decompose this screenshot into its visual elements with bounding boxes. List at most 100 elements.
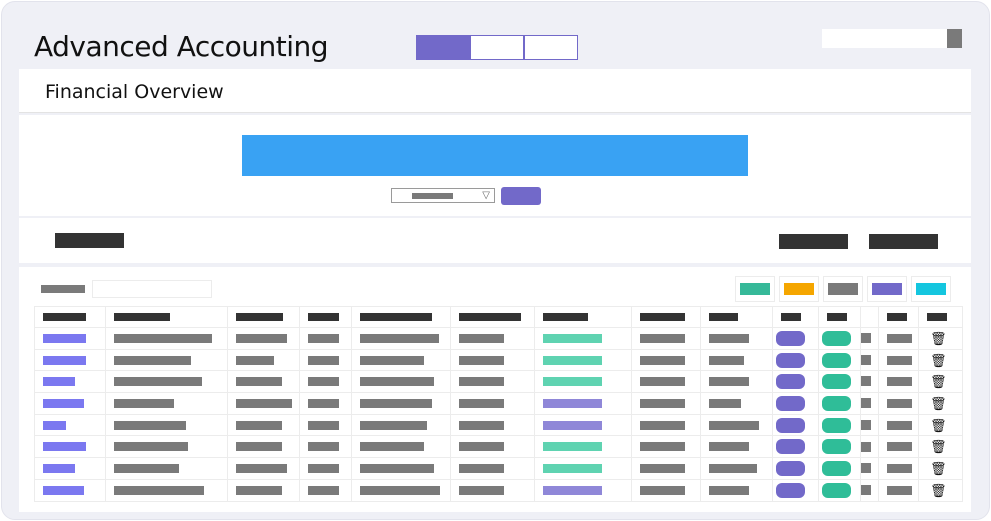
view-button[interactable] (822, 482, 851, 498)
table-cell (227, 327, 300, 350)
legend-item[interactable] (823, 276, 863, 302)
row-checkbox[interactable] (861, 333, 871, 344)
record-link[interactable] (43, 420, 66, 430)
edit-button[interactable] (776, 330, 805, 346)
table-cell (631, 478, 701, 502)
legend-item[interactable] (911, 276, 951, 302)
record-link[interactable] (43, 485, 84, 495)
cell-value (308, 485, 339, 495)
edit-button[interactable] (776, 460, 805, 476)
filter-input[interactable] (92, 280, 212, 298)
edit-button[interactable] (776, 417, 805, 433)
table-row[interactable]: 🗑 (34, 457, 963, 480)
table-cell (860, 370, 879, 394)
cell-value (640, 420, 685, 430)
row-checkbox[interactable] (861, 484, 871, 495)
status-tag (543, 442, 602, 452)
column-header[interactable] (818, 306, 861, 328)
apply-button[interactable] (501, 187, 541, 205)
table-row[interactable]: 🗑 (34, 392, 963, 415)
status-tag (543, 377, 602, 387)
column-header[interactable] (772, 306, 819, 328)
edit-button[interactable] (776, 395, 805, 411)
search-button[interactable] (947, 29, 962, 48)
table-row[interactable]: 🗑 (34, 370, 963, 394)
edit-button[interactable] (776, 374, 805, 390)
table-cell (878, 435, 919, 459)
legend-item[interactable] (867, 276, 907, 302)
column-header[interactable] (918, 306, 963, 328)
edit-button[interactable] (776, 439, 805, 455)
table-cell (878, 392, 919, 415)
column-header[interactable] (299, 306, 352, 328)
trash-icon[interactable]: 🗑 (930, 419, 962, 432)
view-tab-2[interactable] (470, 35, 524, 60)
table-cell (105, 457, 228, 480)
legend-swatch (828, 283, 858, 295)
table-row[interactable]: 🗑 (34, 413, 963, 437)
cell-value (459, 485, 504, 495)
record-link[interactable] (43, 442, 86, 452)
legend-item[interactable] (779, 276, 819, 302)
column-header[interactable] (534, 306, 632, 328)
trash-icon[interactable]: 🗑 (930, 397, 962, 410)
record-link[interactable] (43, 333, 86, 343)
row-checkbox[interactable] (861, 463, 871, 474)
trash-icon[interactable]: 🗑 (930, 440, 962, 453)
period-select[interactable]: ▽ (391, 188, 495, 203)
trash-icon[interactable]: 🗑 (930, 375, 962, 388)
chevron-down-icon: ▽ (482, 190, 490, 201)
trash-icon[interactable]: 🗑 (930, 332, 962, 345)
row-checkbox[interactable] (861, 419, 871, 430)
column-header[interactable] (351, 306, 451, 328)
column-header[interactable] (227, 306, 300, 328)
view-tab-3[interactable] (524, 35, 578, 60)
trash-icon[interactable]: 🗑 (930, 462, 962, 475)
action-button-1[interactable] (779, 234, 848, 249)
table-row[interactable]: 🗑 (34, 348, 963, 372)
column-header[interactable] (631, 306, 701, 328)
view-button[interactable] (822, 417, 851, 433)
table-cell (818, 392, 861, 415)
cell-value (360, 420, 427, 430)
table-cell (860, 327, 879, 350)
column-header[interactable] (878, 306, 919, 328)
table-cell (878, 370, 919, 394)
view-button[interactable] (822, 460, 851, 476)
row-checkbox[interactable] (861, 354, 871, 365)
row-checkbox[interactable] (861, 376, 871, 387)
column-header[interactable] (34, 306, 106, 328)
view-button[interactable] (822, 374, 851, 390)
table-cell (860, 392, 879, 415)
record-link[interactable] (43, 377, 75, 387)
trash-icon[interactable]: 🗑 (930, 354, 962, 367)
record-link[interactable] (43, 398, 84, 408)
row-checkbox[interactable] (861, 441, 871, 452)
table-cell (299, 327, 352, 350)
column-header[interactable] (450, 306, 535, 328)
search-input[interactable] (822, 29, 962, 48)
status-tag (543, 420, 602, 430)
column-header[interactable] (700, 306, 773, 328)
column-header[interactable] (105, 306, 228, 328)
edit-button[interactable] (776, 482, 805, 498)
record-link[interactable] (43, 463, 75, 473)
view-button[interactable] (822, 439, 851, 455)
legend-item[interactable] (735, 276, 775, 302)
row-checkbox[interactable] (861, 398, 871, 409)
legend-swatch (784, 283, 814, 295)
view-button[interactable] (822, 352, 851, 368)
trash-icon[interactable]: 🗑 (930, 484, 962, 497)
cell-value (640, 485, 685, 495)
record-link[interactable] (43, 355, 86, 365)
view-tab-1[interactable] (416, 35, 470, 60)
view-button[interactable] (822, 330, 851, 346)
table-row[interactable]: 🗑 (34, 327, 963, 350)
edit-button[interactable] (776, 352, 805, 368)
view-button[interactable] (822, 395, 851, 411)
cell-value (308, 398, 339, 408)
table-row[interactable]: 🗑 (34, 435, 963, 459)
action-button-2[interactable] (869, 234, 938, 249)
filter-label (41, 285, 85, 293)
table-row[interactable]: 🗑 (34, 478, 963, 502)
